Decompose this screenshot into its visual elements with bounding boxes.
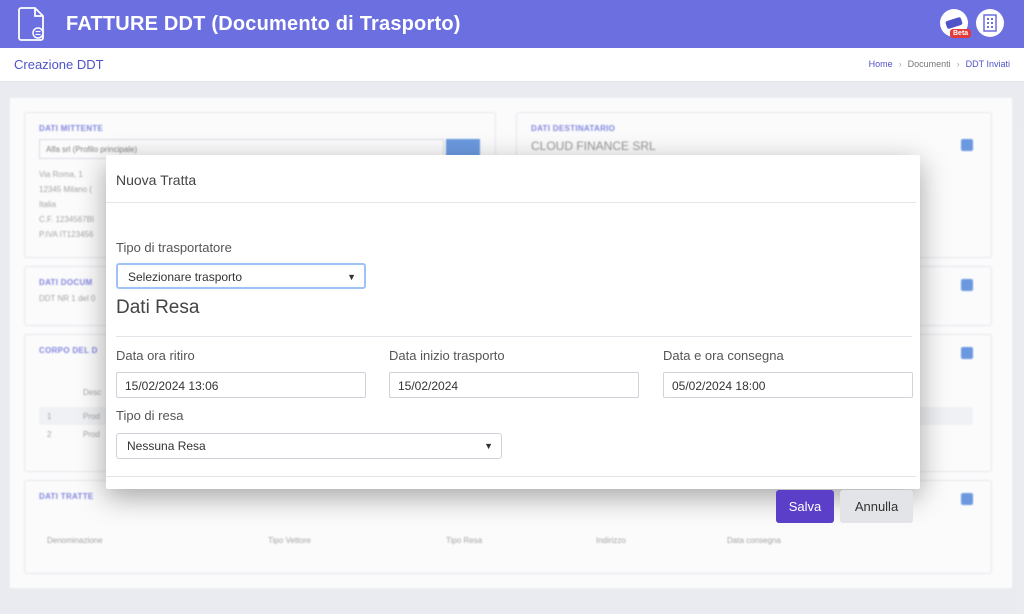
chevron-down-icon: ▼ [347, 272, 356, 282]
building-icon [983, 14, 997, 32]
data-ora-ritiro-label: Data ora ritiro [116, 348, 195, 363]
sub-header: Creazione DDT Home › Documenti › DDT Inv… [0, 48, 1024, 82]
chevron-right-icon: › [956, 59, 960, 69]
beta-badge: Beta [950, 29, 972, 38]
save-button[interactable]: Salva [776, 490, 834, 523]
top-bar: FATTURE DDT (Documento di Trasporto) Bet… [0, 0, 1024, 48]
nuova-tratta-modal: Nuova Tratta Tipo di trasportatore Selez… [106, 155, 920, 489]
dati-resa-title: Dati Resa [116, 297, 200, 318]
breadcrumb: Home › Documenti › DDT Inviati [869, 59, 1010, 69]
chevron-down-icon: ▼ [484, 441, 493, 451]
tipo-trasportatore-select[interactable]: Selezionare trasporto ▼ [116, 263, 366, 289]
tipo-resa-select[interactable]: Nessuna Resa ▼ [116, 433, 502, 459]
data-inizio-trasporto-input[interactable]: 15/02/2024 [389, 372, 639, 398]
app-title: FATTURE DDT (Documento di Trasporto) [66, 12, 461, 35]
page-title: Creazione DDT [14, 57, 104, 72]
data-inizio-trasporto-label: Data inizio trasporto [389, 348, 505, 363]
modal-title: Nuova Tratta [116, 172, 197, 188]
breadcrumb-documenti[interactable]: Documenti [908, 59, 951, 69]
breadcrumb-ddt-inviati[interactable]: DDT Inviati [966, 59, 1010, 69]
tipo-trasportatore-label: Tipo di trasportatore [116, 240, 232, 255]
divider [106, 202, 916, 203]
document-icon [18, 7, 44, 41]
tipo-resa-label: Tipo di resa [116, 408, 184, 423]
data-ora-consegna-label: Data e ora consegna [663, 348, 784, 363]
company-button[interactable] [976, 9, 1004, 37]
cancel-button[interactable]: Annulla [840, 490, 913, 523]
data-ora-consegna-input[interactable]: 05/02/2024 18:00 [663, 372, 913, 398]
tipo-trasportatore-value: Selezionare trasporto [128, 270, 243, 284]
divider [116, 336, 912, 337]
data-ora-ritiro-input[interactable]: 15/02/2024 13:06 [116, 372, 366, 398]
ticket-icon [945, 17, 963, 29]
tipo-resa-value: Nessuna Resa [127, 439, 206, 453]
beta-feature-button[interactable]: Beta [940, 9, 972, 38]
chevron-right-icon: › [898, 59, 902, 69]
breadcrumb-home[interactable]: Home [869, 59, 893, 69]
divider [106, 476, 916, 477]
